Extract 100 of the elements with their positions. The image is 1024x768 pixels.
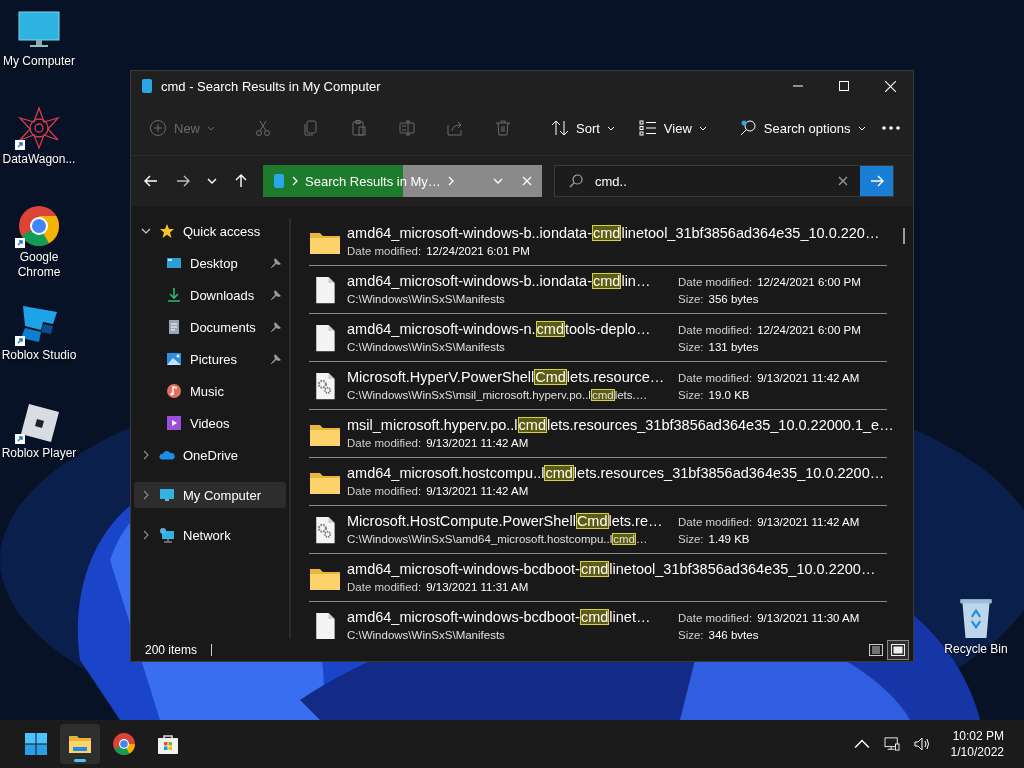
- address-bar[interactable]: Search Results in My…: [263, 165, 542, 197]
- file-name: Microsoft.HyperV.PowerShellCmdlets.resource…: [347, 368, 666, 387]
- desktop-icon-label[interactable]: My Computer: [3, 54, 75, 69]
- file-size: 131 bytes: [708, 340, 759, 355]
- size-label: Size:: [678, 292, 704, 307]
- desktop-icon-label[interactable]: DataWagon...: [2, 152, 76, 167]
- chrome-icon: [17, 204, 61, 248]
- search-options-button[interactable]: Search options: [730, 111, 874, 145]
- scissors-icon: [254, 119, 272, 137]
- date-label: Date modified:: [347, 436, 422, 451]
- file-path: C:\Windows\WinSxS\Manifests: [347, 292, 506, 307]
- date-modified: 9/13/2021 11:42 AM: [426, 436, 529, 451]
- caret-icon: [207, 178, 217, 184]
- nav-item[interactable]: Network: [134, 522, 286, 548]
- file-path: C:\Windows\WinSxS\Manifests: [347, 340, 506, 355]
- search-query[interactable]: cmd..: [595, 173, 838, 189]
- stop-icon[interactable]: [522, 176, 532, 186]
- search-result-item[interactable]: Microsoft.HyperV.PowerShellCmdlets.resource… Date modified: 9/13/2021 11:42 AM C:\Windows\WinSxS\msil_microsoft.hyperv.po..lcmdlets.… Size: 19.0 KB: [309, 362, 887, 410]
- tiles-view-icon: [891, 644, 905, 656]
- date-modified: 9/13/2021 11:31 AM: [426, 580, 529, 595]
- file-name: amd64_microsoft-windows-bcdboot-cmdlinetool_31bf3856ad364e35_10.0.2200…: [347, 560, 876, 579]
- nav-item[interactable]: Desktop: [134, 250, 286, 276]
- date-label: Date modified:: [678, 276, 753, 288]
- search-result-item[interactable]: amd64_microsoft-windows-n.cmdtools-deplo… Date modified: 12/24/2021 6:00 PM C:\Windows\WinSxS\Manifests Size: 131 bytes: [309, 314, 887, 362]
- chevron-icon: [447, 176, 454, 186]
- nav-item[interactable]: Downloads: [134, 282, 286, 308]
- file-size: 1.49 KB: [708, 532, 750, 547]
- scrollbar-thumb[interactable]: [903, 228, 905, 244]
- date-label: Date modified:: [678, 372, 753, 384]
- chrome-icon: [112, 732, 136, 756]
- plus-circle-icon: [149, 119, 167, 137]
- clipboard-icon: [350, 119, 368, 137]
- file-name: amd64_microsoft-windows-b..iondata-cmdlinetool_31bf3856ad364e35_10.0.220…: [347, 224, 880, 243]
- sort-arrows-icon: [551, 119, 569, 137]
- starburst-icon: [17, 106, 61, 150]
- nav-item[interactable]: Quick access: [134, 218, 286, 244]
- view-button[interactable]: View: [630, 111, 715, 145]
- size-label: Size:: [678, 532, 704, 547]
- document-icon: [166, 319, 182, 335]
- nav-item[interactable]: OneDrive: [134, 442, 286, 468]
- music-note-icon: [166, 383, 182, 399]
- file-name: amd64_microsoft.hostcompu..lcmdlets.resources_31bf3856ad364e35_10.0.2200…: [347, 464, 885, 483]
- desktop-icon-label[interactable]: Google Chrome: [0, 250, 78, 280]
- desktop-icon: [166, 255, 182, 271]
- tiles-view-button[interactable]: [887, 640, 909, 660]
- search-options-icon: [738, 119, 757, 137]
- breadcrumb[interactable]: Search Results in My…: [305, 173, 441, 189]
- nav-item[interactable]: My Computer: [134, 482, 286, 508]
- expand-chevron-icon[interactable]: [141, 450, 151, 460]
- search-result-item[interactable]: amd64_microsoft-windows-b..iondata-cmdlin… Date modified: 12/24/2021 6:00 PM C:\Windows\WinSxS\Manifests Size: 356 bytes: [309, 266, 887, 314]
- file-name: Microsoft.HostCompute.PowerShellCmdlets.re…: [347, 512, 664, 531]
- file-name: amd64_microsoft-windows-n.cmdtools-deplo…: [347, 320, 652, 339]
- file-name: amd64_microsoft-windows-b..iondata-cmdlin…: [347, 272, 652, 291]
- expand-chevron-icon[interactable]: [141, 530, 151, 540]
- search-button[interactable]: [860, 166, 893, 196]
- search-result-item[interactable]: Microsoft.HostCompute.PowerShellCmdlets.re… Date modified: 9/13/2021 11:42 AM C:\Windows\WinSxS\amd64_microsoft.hostcompu..lcmd… Size: 1.49 KB: [309, 506, 887, 554]
- list-view-icon: [638, 119, 657, 137]
- date-modified: 12/24/2021 6:00 PM: [757, 276, 861, 288]
- show-hidden-icons-chevron-icon[interactable]: [853, 737, 870, 751]
- caret-icon: [207, 125, 215, 131]
- network-icon[interactable]: [883, 737, 900, 751]
- search-icon: [569, 174, 583, 188]
- caret-icon: [606, 125, 615, 131]
- share-icon: [446, 119, 464, 137]
- star-icon: [159, 223, 175, 239]
- nav-item[interactable]: Music: [134, 378, 286, 404]
- clear-icon[interactable]: [838, 176, 848, 186]
- taskbar-app-button[interactable]: [60, 724, 100, 764]
- date-modified: 9/13/2021 11:42 AM: [757, 516, 860, 528]
- up-arrow-icon: [234, 174, 248, 188]
- clock-time[interactable]: 10:02 PM: [952, 728, 1004, 744]
- search-result-item[interactable]: amd64_microsoft.hostcompu..lcmdlets.resources_31bf3856ad364e35_10.0.2200… Date modified: 9/13/2021 11:42 AM: [309, 458, 887, 506]
- dropdown-caret-icon[interactable]: [493, 176, 503, 186]
- window-title: cmd - Search Results in My Computer: [161, 78, 381, 94]
- clock-date[interactable]: 1/10/2022: [950, 744, 1004, 760]
- date-modified: 12/24/2021 6:00 PM: [757, 324, 861, 336]
- close-icon: [884, 80, 896, 92]
- caret-icon: [857, 125, 866, 131]
- monitor-icon: [159, 487, 175, 503]
- expand-chevron-icon[interactable]: [141, 226, 151, 236]
- arrow-icon: [869, 174, 884, 188]
- search-result-item[interactable]: amd64_microsoft-windows-bcdboot-cmdlinetool_31bf3856ad364e35_10.0.2200… Date modified: 9/13/2021 11:31 AM: [309, 554, 887, 602]
- nav-item[interactable]: Documents: [134, 314, 286, 340]
- search-field[interactable]: cmd..: [554, 165, 894, 197]
- download-arrow-icon: [166, 287, 182, 303]
- picture-icon: [166, 351, 182, 367]
- nav-item[interactable]: Videos: [134, 410, 286, 436]
- details-view-icon: [869, 644, 883, 656]
- desktop-icon-label[interactable]: Roblox Player: [1, 446, 77, 461]
- nav-item[interactable]: Pictures: [134, 346, 286, 372]
- file-name: amd64_microsoft-windows-bcdboot-cmdlinet…: [347, 608, 652, 627]
- desktop-icon-label[interactable]: Roblox Studio: [1, 348, 77, 363]
- search-result-item[interactable]: amd64_microsoft-windows-b..iondata-cmdlinetool_31bf3856ad364e35_10.0.220… Date modified: 12/24/2021 6:01 PM: [309, 218, 887, 266]
- date-modified: 9/13/2021 11:42 AM: [426, 484, 529, 499]
- file-path: C:\Windows\WinSxS\Manifests: [347, 628, 506, 639]
- sort-button[interactable]: Sort: [543, 111, 623, 145]
- size-label: Size:: [678, 388, 704, 403]
- desktop-icon-label[interactable]: Recycle Bin: [944, 642, 1008, 657]
- back-arrow-icon: [144, 174, 158, 188]
- volume-icon[interactable]: [913, 737, 930, 751]
